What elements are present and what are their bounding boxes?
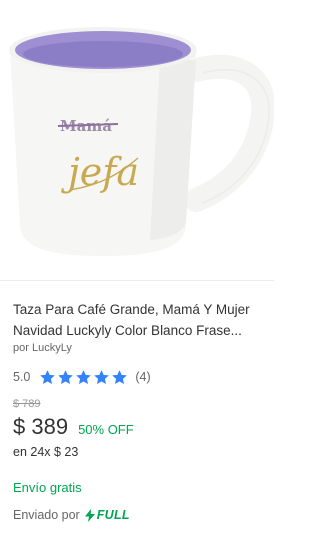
lightning-icon <box>84 508 95 522</box>
product-card[interactable]: Mamá jefa Taza Para Café Grande, Mamá Y … <box>0 0 274 534</box>
rating-stars <box>40 369 128 385</box>
rating-value: 5.0 <box>13 370 31 384</box>
rating-row: 5.0 (4) <box>13 369 266 385</box>
fulfillment-label: Enviado por <box>13 508 80 522</box>
mug-text-script: jefa <box>61 150 139 194</box>
full-badge: FULL <box>84 508 130 522</box>
full-badge-text: FULL <box>96 508 130 522</box>
star-icon <box>76 369 92 384</box>
free-shipping-label: Envío gratis <box>13 480 82 495</box>
star-icon <box>112 369 128 384</box>
product-image[interactable]: Mamá jefa <box>0 0 274 281</box>
star-icon <box>58 369 74 384</box>
seller-name: por LuckyLy <box>13 342 72 354</box>
current-price: $ 389 <box>13 414 69 439</box>
mug-illustration: Mamá jefa <box>9 27 274 256</box>
product-info: Taza Para Café Grande, Mamá Y Mujer Navi… <box>13 299 266 522</box>
original-price: $ 789 <box>13 398 41 410</box>
price-row: $ 389 50% OFF <box>13 414 266 440</box>
installments: en 24x $ 23 <box>13 445 79 459</box>
product-title[interactable]: Taza Para Café Grande, Mamá Y Mujer Navi… <box>13 299 265 341</box>
rating-count: (4) <box>135 370 151 384</box>
star-icon <box>94 369 110 384</box>
discount-badge: 50% OFF <box>78 422 134 437</box>
fulfillment-row: Enviado por FULL <box>13 508 266 522</box>
star-icon <box>40 369 56 384</box>
